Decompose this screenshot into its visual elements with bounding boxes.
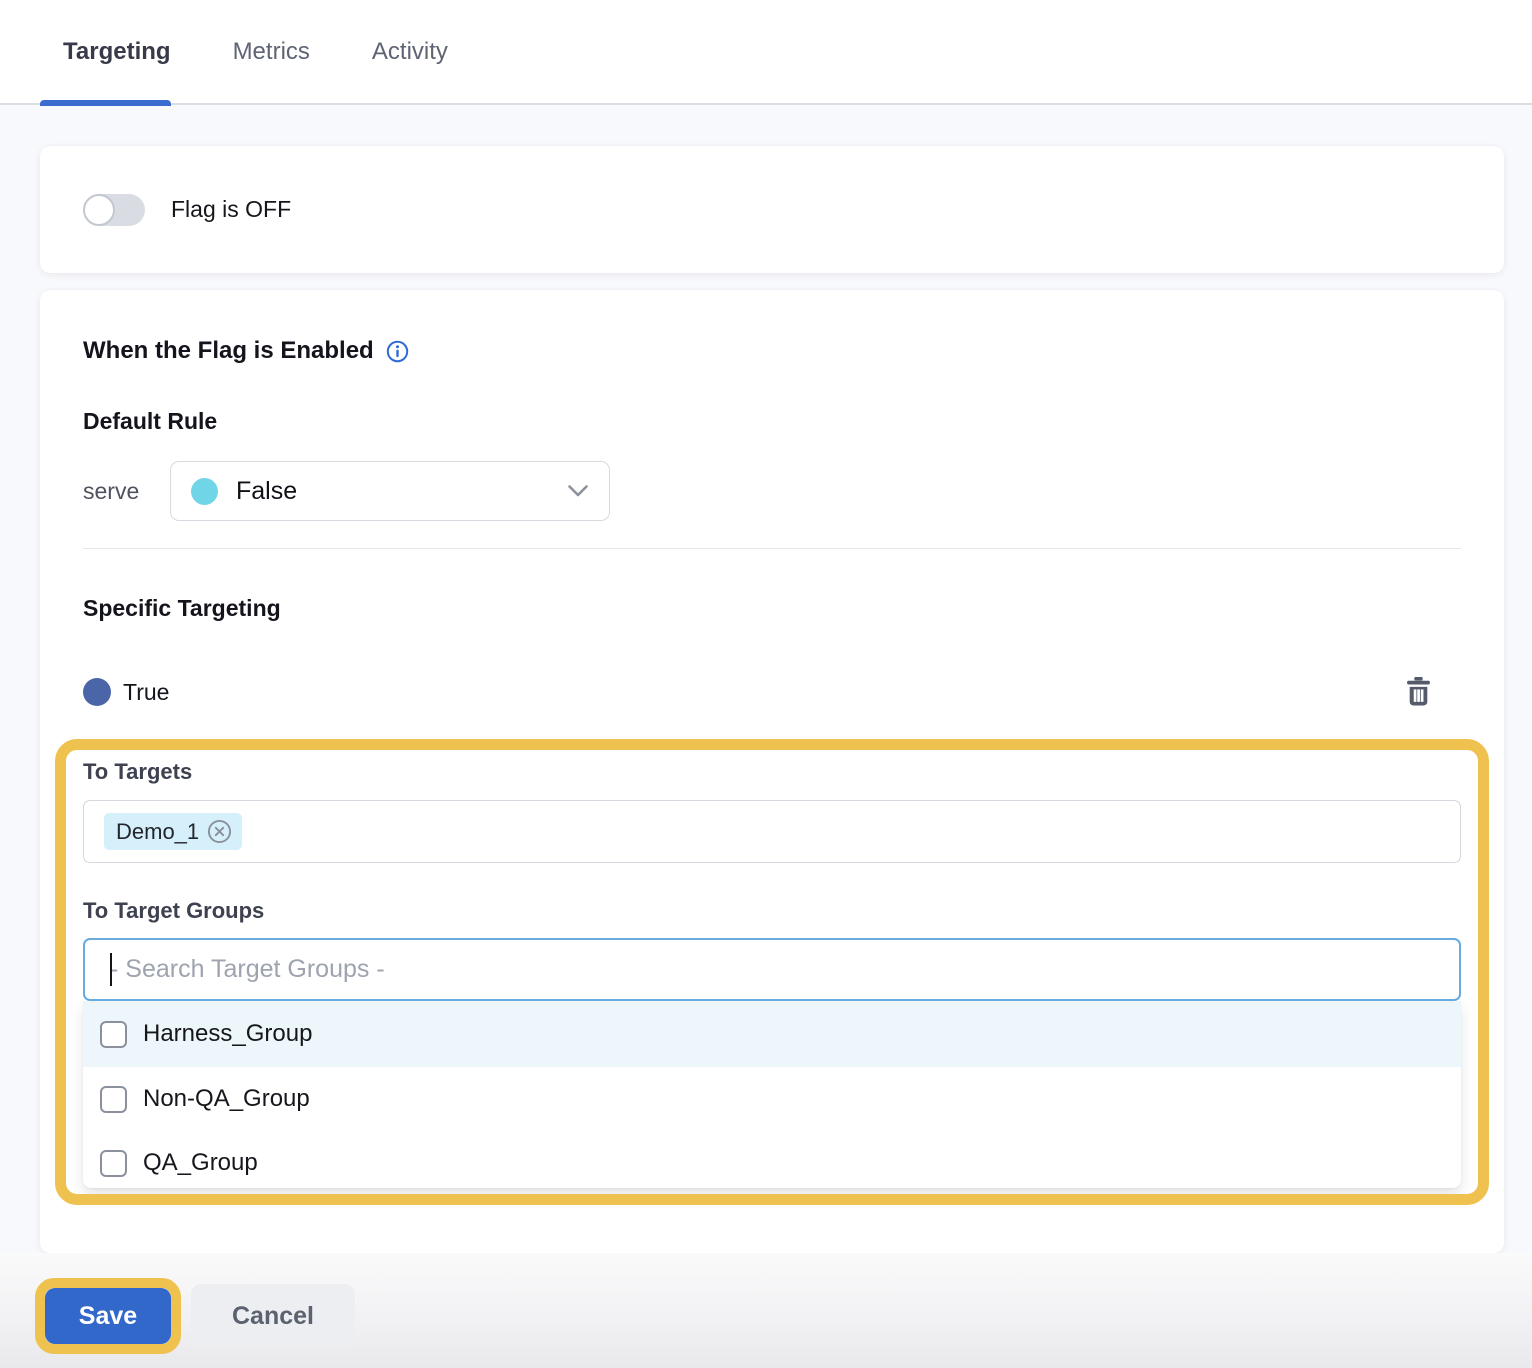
tab-metrics[interactable]: Metrics <box>233 0 310 104</box>
section-divider <box>83 548 1461 549</box>
group-option-harness-group[interactable]: Harness_Group <box>83 1001 1461 1067</box>
serve-label: serve <box>83 478 170 505</box>
to-target-groups-label: To Target Groups <box>83 896 1478 926</box>
tab-targeting-label: Targeting <box>63 38 171 66</box>
save-button[interactable]: Save <box>45 1288 171 1344</box>
chevron-down-icon <box>567 484 589 498</box>
specific-targeting-heading: Specific Targeting <box>83 595 1461 622</box>
trash-icon <box>1405 677 1432 706</box>
action-footer: Save Cancel <box>0 1253 1532 1368</box>
group-option-non-qa-group[interactable]: Non-QA_Group <box>83 1067 1461 1131</box>
text-cursor <box>110 953 112 986</box>
tab-activity[interactable]: Activity <box>372 0 448 104</box>
flag-toggle[interactable] <box>83 194 145 226</box>
tab-metrics-label: Metrics <box>233 38 310 66</box>
to-targets-label: To Targets <box>83 757 1478 787</box>
highlight-ring-save: Save <box>35 1278 181 1354</box>
checkbox-non-qa-group[interactable] <box>100 1086 127 1113</box>
target-groups-dropdown: Harness_Group Non-QA_Group QA_Group <box>83 1001 1461 1188</box>
group-option-label: QA_Group <box>143 1149 258 1177</box>
group-option-label: Non-QA_Group <box>143 1085 310 1113</box>
rules-card-title: When the Flag is Enabled <box>83 337 374 365</box>
cancel-button[interactable]: Cancel <box>191 1284 355 1348</box>
highlight-ring-targeting: To Targets Demo_1 To Target Groups Harne… <box>55 739 1489 1205</box>
checkbox-harness-group[interactable] <box>100 1021 127 1048</box>
group-option-label: Harness_Group <box>143 1020 312 1048</box>
true-variation-label: True <box>123 679 1404 706</box>
checkbox-qa-group[interactable] <box>100 1150 127 1177</box>
true-variation-dot <box>83 678 111 706</box>
false-variation-dot <box>191 478 218 505</box>
info-icon[interactable] <box>386 340 409 363</box>
target-chip-demo-1: Demo_1 <box>104 813 242 850</box>
tab-bar: Targeting Metrics Activity <box>0 0 1532 105</box>
delete-rule-button[interactable] <box>1404 677 1432 707</box>
flag-state-card: Flag is OFF <box>40 146 1504 273</box>
targets-input[interactable]: Demo_1 <box>83 800 1461 863</box>
default-variation-value: False <box>236 477 567 506</box>
default-variation-select[interactable]: False <box>170 461 610 521</box>
search-target-groups-input[interactable] <box>83 938 1461 1001</box>
flag-state-label: Flag is OFF <box>171 196 291 223</box>
flag-toggle-knob <box>83 194 115 226</box>
default-rule-heading: Default Rule <box>83 408 1461 435</box>
tab-activity-label: Activity <box>372 38 448 66</box>
targeting-rules-card: When the Flag is Enabled Default Rule se… <box>40 290 1504 1253</box>
group-option-qa-group[interactable]: QA_Group <box>83 1131 1461 1188</box>
target-chip-label: Demo_1 <box>116 819 199 845</box>
remove-target-icon[interactable] <box>207 819 232 844</box>
tab-targeting[interactable]: Targeting <box>63 0 171 104</box>
